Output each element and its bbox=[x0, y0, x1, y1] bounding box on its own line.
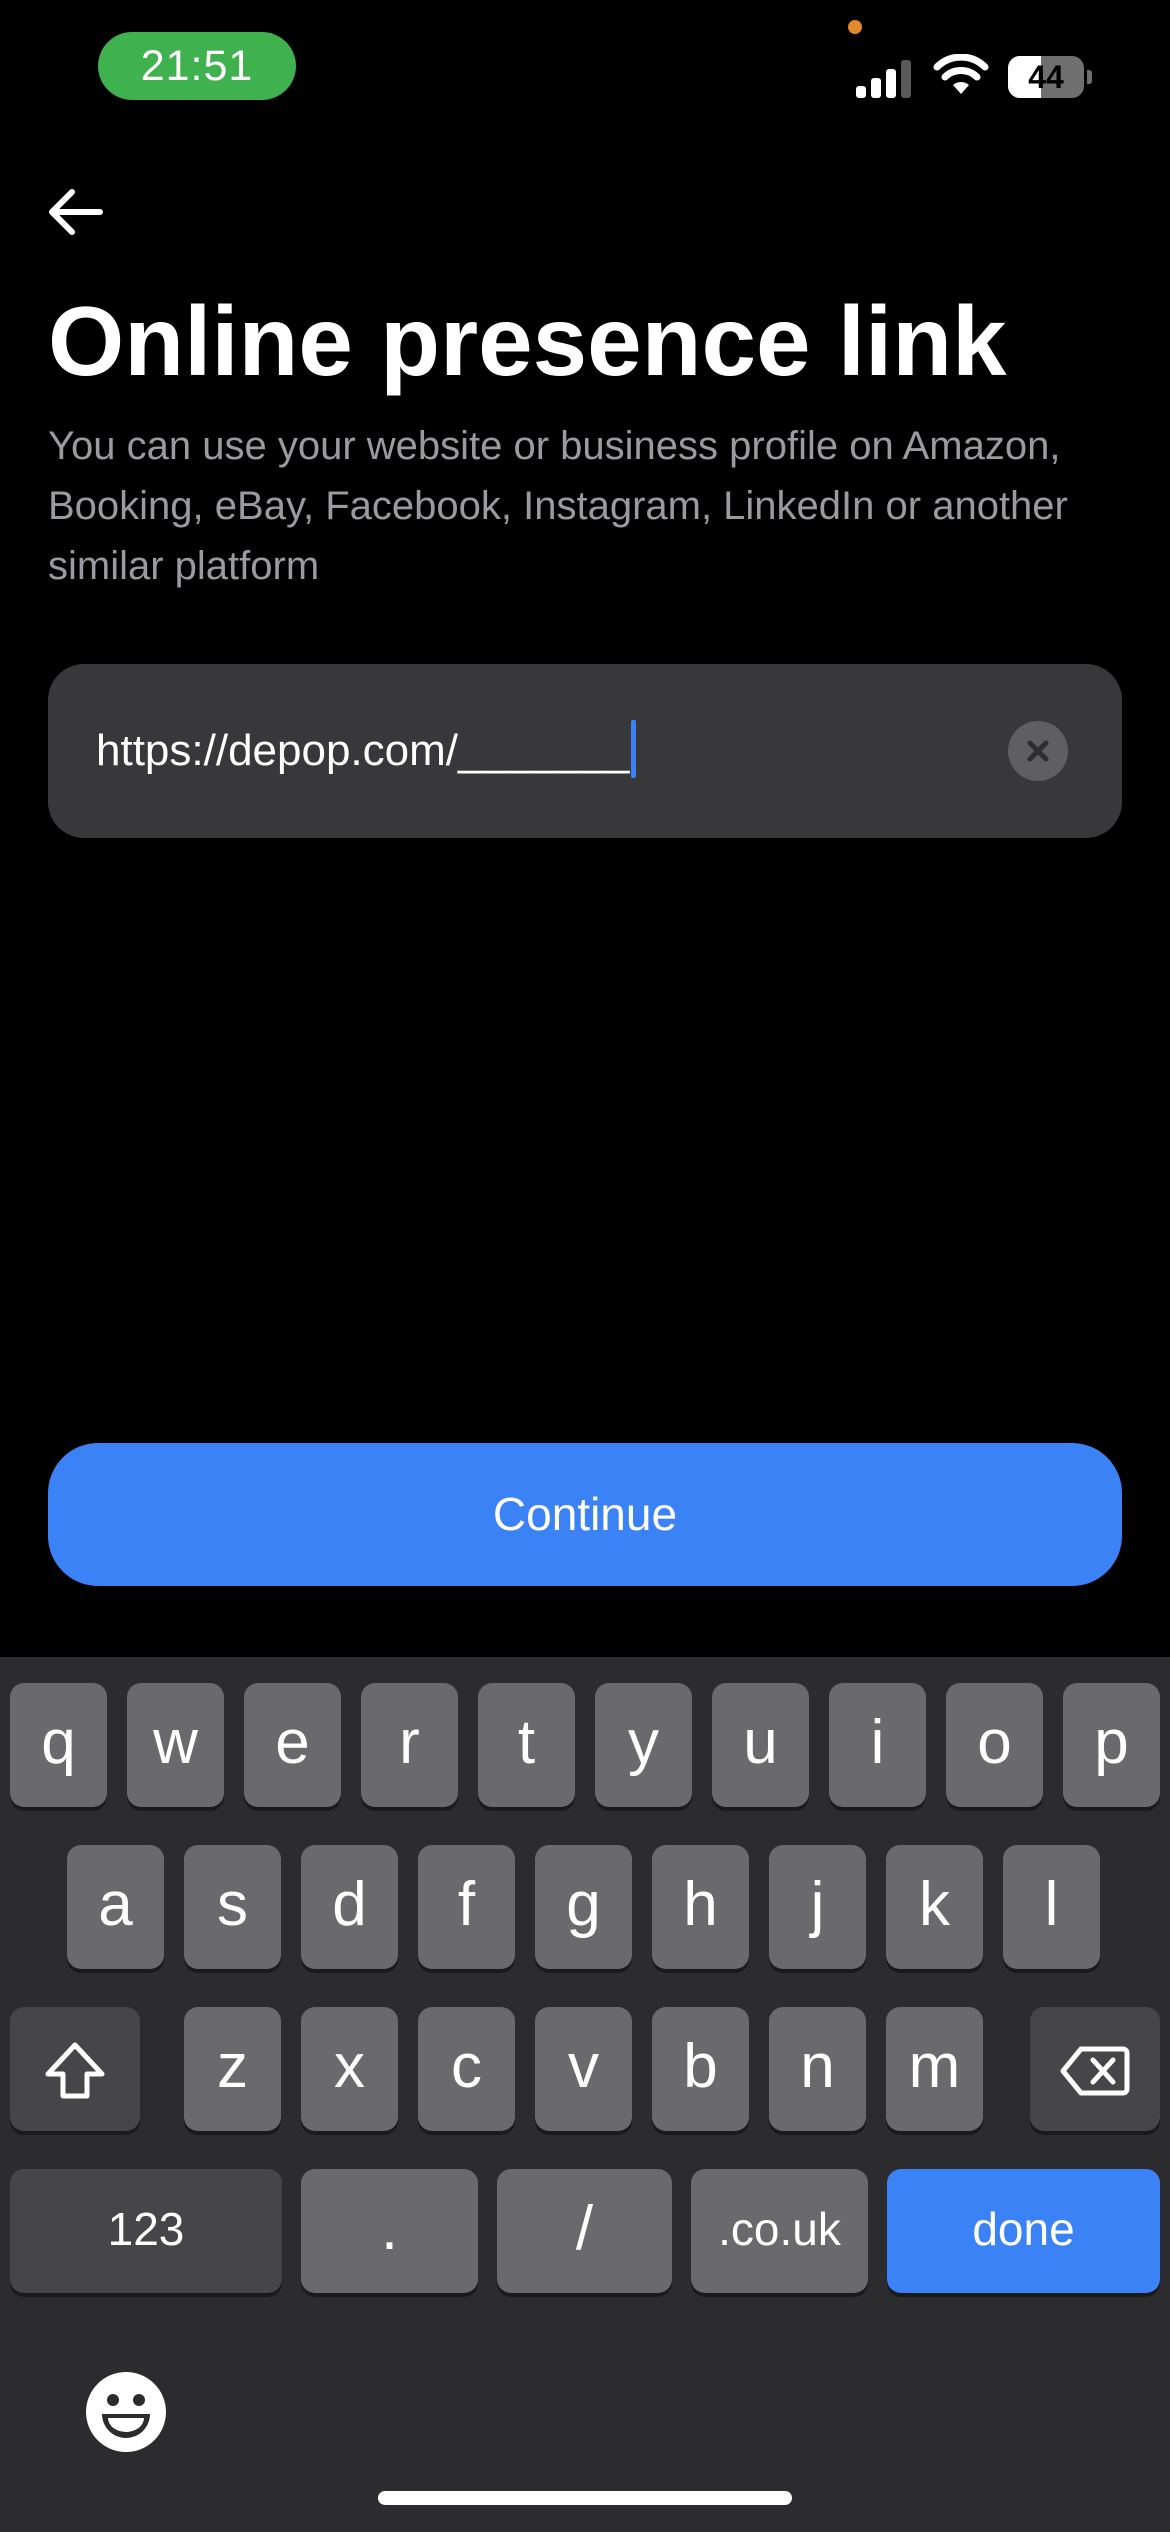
key-q[interactable]: q bbox=[10, 1683, 107, 1807]
key-g[interactable]: g bbox=[535, 1845, 632, 1969]
key-y[interactable]: y bbox=[595, 1683, 692, 1807]
emoji-icon[interactable] bbox=[84, 2370, 168, 2454]
url-input-text: https://depop.com/_______ bbox=[96, 664, 637, 838]
screen: 21:51 44 Online presence link You can us… bbox=[0, 0, 1170, 2532]
key-co-uk[interactable]: .co.uk bbox=[691, 2169, 868, 2293]
battery-tip bbox=[1087, 70, 1092, 84]
key-dot[interactable]: . bbox=[301, 2169, 478, 2293]
backspace-icon bbox=[1060, 2046, 1130, 2096]
battery-indicator: 44 bbox=[1008, 56, 1092, 98]
key-h[interactable]: h bbox=[652, 1845, 749, 1969]
key-a[interactable]: a bbox=[67, 1845, 164, 1969]
key-m[interactable]: m bbox=[886, 2007, 983, 2131]
key-c[interactable]: c bbox=[418, 2007, 515, 2131]
key-p[interactable]: p bbox=[1063, 1683, 1160, 1807]
key-z[interactable]: z bbox=[184, 2007, 281, 2131]
key-i[interactable]: i bbox=[829, 1683, 926, 1807]
continue-button[interactable]: Continue bbox=[48, 1443, 1122, 1586]
key-n[interactable]: n bbox=[769, 2007, 866, 2131]
key-f[interactable]: f bbox=[418, 1845, 515, 1969]
done-key[interactable]: done bbox=[887, 2169, 1160, 2293]
key-k[interactable]: k bbox=[886, 1845, 983, 1969]
url-input[interactable]: https://depop.com/_______ bbox=[48, 664, 1122, 838]
close-icon bbox=[1027, 740, 1049, 762]
arrow-left-icon bbox=[49, 189, 103, 235]
back-button[interactable] bbox=[40, 176, 112, 248]
key-u[interactable]: u bbox=[712, 1683, 809, 1807]
key-t[interactable]: t bbox=[478, 1683, 575, 1807]
key-w[interactable]: w bbox=[127, 1683, 224, 1807]
key-r[interactable]: r bbox=[361, 1683, 458, 1807]
numbers-key[interactable]: 123 bbox=[10, 2169, 282, 2293]
key-b[interactable]: b bbox=[652, 2007, 749, 2131]
home-indicator[interactable] bbox=[378, 2491, 792, 2505]
key-d[interactable]: d bbox=[301, 1845, 398, 1969]
key-o[interactable]: o bbox=[946, 1683, 1043, 1807]
key-x[interactable]: x bbox=[301, 2007, 398, 2131]
page-description: You can use your website or business pro… bbox=[48, 424, 1068, 588]
keyboard: q w e r t y u i o p a s d f g h j k l z … bbox=[0, 1657, 1170, 2532]
shift-icon bbox=[45, 2042, 105, 2099]
key-l[interactable]: l bbox=[1003, 1845, 1100, 1969]
key-slash[interactable]: / bbox=[497, 2169, 672, 2293]
clear-input-button[interactable] bbox=[1008, 721, 1068, 781]
backspace-key[interactable] bbox=[1030, 2007, 1160, 2131]
status-time: 21:51 bbox=[98, 32, 296, 100]
wifi-icon bbox=[933, 54, 989, 94]
battery-body: 44 bbox=[1008, 56, 1084, 98]
key-j[interactable]: j bbox=[769, 1845, 866, 1969]
key-v[interactable]: v bbox=[535, 2007, 632, 2131]
key-e[interactable]: e bbox=[244, 1683, 341, 1807]
privacy-indicator-dot bbox=[848, 20, 862, 34]
url-input-value: https://depop.com/_______ bbox=[96, 726, 630, 775]
key-s[interactable]: s bbox=[184, 1845, 281, 1969]
cellular-signal-icon bbox=[856, 60, 911, 98]
shift-key[interactable] bbox=[10, 2007, 140, 2131]
page-title: Online presence link bbox=[48, 286, 1007, 396]
battery-level-text: 44 bbox=[1028, 59, 1064, 95]
text-cursor bbox=[631, 720, 637, 779]
